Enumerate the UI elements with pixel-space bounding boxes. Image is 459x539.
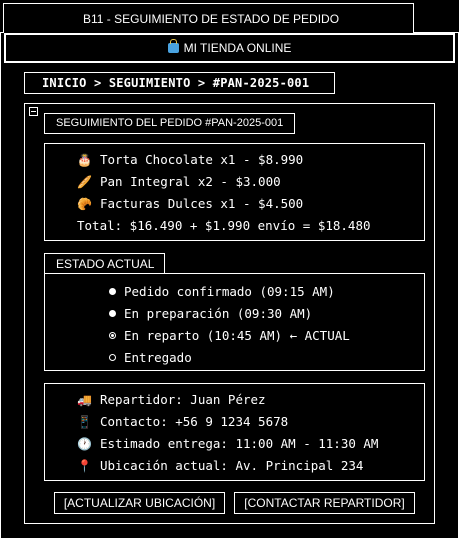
section-title: SEGUIMIENTO DEL PEDIDO #PAN-2025-001: [44, 113, 295, 134]
status-tab-label: ESTADO ACTUAL: [56, 257, 155, 271]
status-tab: ESTADO ACTUAL: [44, 253, 165, 274]
current-dot-icon: [109, 332, 116, 339]
status-step-text: Pedido confirmado (09:15 AM): [124, 284, 335, 299]
store-name: MI TIENDA ONLINE: [183, 41, 292, 55]
status-step-text: En preparación (09:30 AM): [124, 306, 313, 321]
contact-driver-button[interactable]: [CONTACTAR REPARTIDOR]: [234, 492, 415, 514]
contact-row: 📱 Contacto: +56 9 1234 5678: [77, 414, 288, 429]
status-step: Entregado: [109, 350, 192, 365]
location-text: Ubicación actual: Av. Principal 234: [100, 458, 364, 473]
filled-dot-icon: [109, 310, 116, 317]
status-step: En preparación (09:30 AM): [109, 306, 312, 321]
bread-icon: 🥖: [77, 175, 92, 189]
section-title-text: SEGUIMIENTO DEL PEDIDO #PAN-2025-001: [56, 117, 284, 129]
eta-text: Estimado entrega: 11:00 AM - 11:30 AM: [100, 436, 379, 451]
window-title-tab: B11 - SEGUIMIENTO DE ESTADO DE PEDIDO: [3, 3, 414, 33]
driver-row: 🚚 Repartidor: Juan Pérez: [77, 392, 266, 407]
order-item: 🎂 Torta Chocolate x1 - $8.990: [77, 152, 303, 167]
delivery-info-box: 🚚 Repartidor: Juan Pérez 📱 Contacto: +56 9…: [44, 383, 425, 481]
status-step-text: Entregado: [124, 350, 192, 365]
pin-icon: 📍: [77, 459, 92, 473]
order-item-text: Pan Integral x2 - $3.000: [100, 174, 281, 189]
order-item-text: Facturas Dulces x1 - $4.500: [100, 196, 304, 211]
breadcrumb-text: INICIO > SEGUIMIENTO > #PAN-2025-001: [42, 76, 310, 90]
contact-text: Contacto: +56 9 1234 5678: [100, 414, 289, 429]
croissant-icon: 🥐: [77, 197, 92, 211]
order-items-box: 🎂 Torta Chocolate x1 - $8.990 🥖 Pan Integr…: [44, 143, 425, 241]
window-title: B11 - SEGUIMIENTO DE ESTADO DE PEDIDO: [83, 12, 340, 26]
status-box: Pedido confirmado (09:15 AM) En preparac…: [44, 273, 425, 371]
order-total: Total: $16.490 + $1.990 envío = $18.480: [77, 218, 371, 233]
driver-text: Repartidor: Juan Pérez: [100, 392, 266, 407]
store-header: MI TIENDA ONLINE: [4, 33, 455, 63]
empty-dot-icon: [109, 354, 116, 361]
update-location-button[interactable]: [ACTUALIZAR UBICACIÓN]: [54, 492, 225, 514]
order-item: 🥐 Facturas Dulces x1 - $4.500: [77, 196, 303, 211]
location-row: 📍 Ubicación actual: Av. Principal 234: [77, 458, 363, 473]
order-item: 🥖 Pan Integral x2 - $3.000: [77, 174, 281, 189]
breadcrumb: INICIO > SEGUIMIENTO > #PAN-2025-001: [24, 72, 335, 94]
status-step: Pedido confirmado (09:15 AM): [109, 284, 335, 299]
collapse-toggle-icon[interactable]: [29, 107, 38, 116]
cake-icon: 🎂: [77, 153, 92, 167]
status-step-text: En reparto (10:45 AM) ← ACTUAL: [124, 328, 350, 343]
filled-dot-icon: [109, 288, 116, 295]
shopping-bag-icon: [167, 39, 179, 53]
status-step-current: En reparto (10:45 AM) ← ACTUAL: [109, 328, 350, 343]
order-item-text: Torta Chocolate x1 - $8.990: [100, 152, 304, 167]
clock-icon: 🕐: [77, 437, 92, 451]
phone-icon: 📱: [77, 415, 92, 429]
truck-icon: 🚚: [77, 393, 92, 407]
eta-row: 🕐 Estimado entrega: 11:00 AM - 11:30 AM: [77, 436, 378, 451]
